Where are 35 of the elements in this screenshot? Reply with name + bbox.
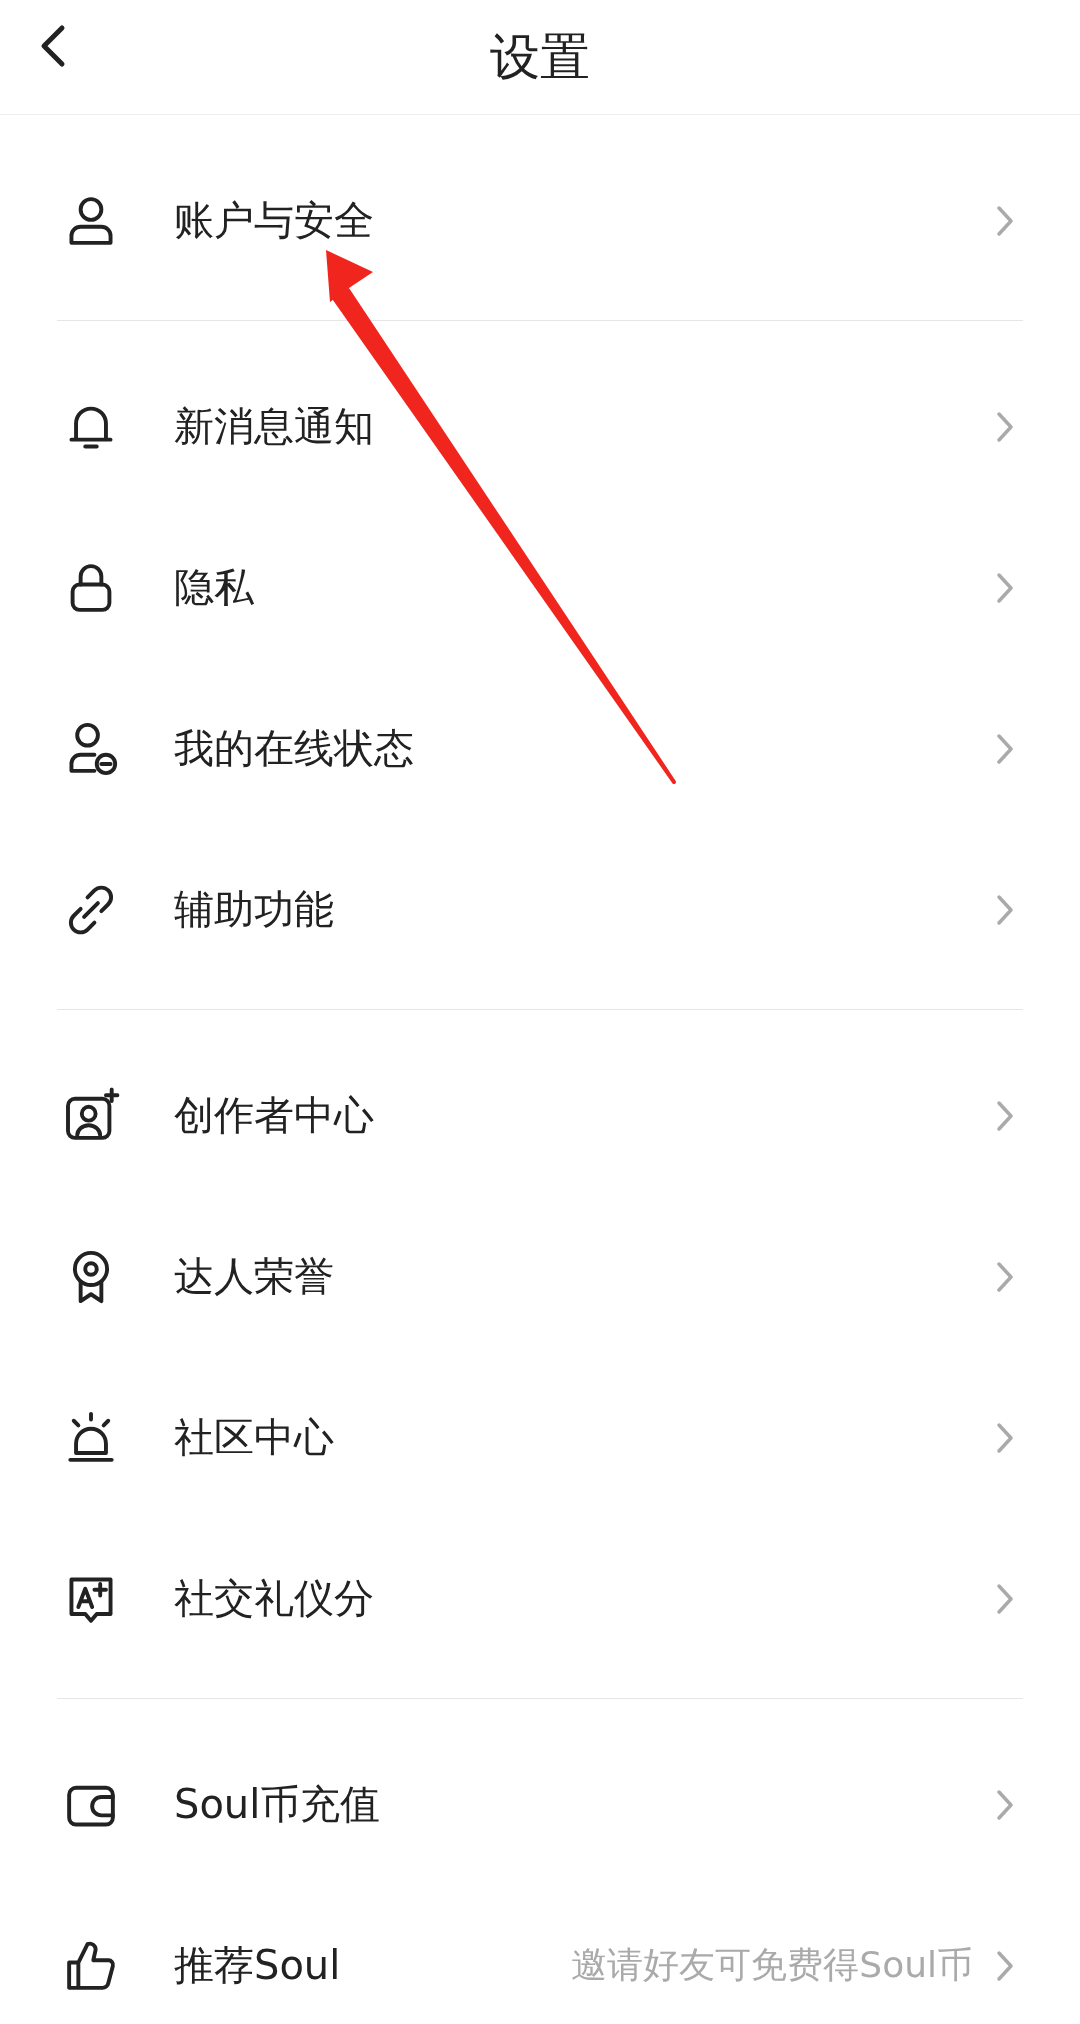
chevron-icon	[995, 1098, 1015, 1133]
settings-item[interactable]: 新消息通知	[0, 346, 1080, 507]
chevron-icon	[995, 1787, 1015, 1822]
item-label: 隐私	[174, 563, 255, 612]
settings-item[interactable]: 我的在线状态	[0, 668, 1080, 829]
item-label: 我的在线状态	[174, 724, 415, 773]
item-label: 推荐Soul	[174, 1941, 342, 1990]
chevron-icon	[995, 892, 1015, 927]
chevron-icon	[995, 570, 1015, 605]
chevron-icon	[995, 1948, 1015, 1983]
settings-item[interactable]: 推荐Soul 邀请好友可免费得Soul币	[0, 1885, 1080, 2024]
settings-item[interactable]: 账户与安全	[0, 140, 1080, 301]
chevron-icon	[995, 1581, 1015, 1616]
settings-item[interactable]: 辅助功能	[0, 829, 1080, 990]
chevron-icon	[995, 1420, 1015, 1455]
page-title: 设置	[490, 26, 590, 88]
settings-item[interactable]: 社区中心	[0, 1357, 1080, 1518]
item-label: 新消息通知	[174, 402, 375, 451]
chevron-icon	[995, 731, 1015, 766]
settings-item[interactable]: 创作者中心	[0, 1035, 1080, 1196]
settings-item[interactable]: 社交礼仪分	[0, 1518, 1080, 1679]
item-label: 辅助功能	[174, 885, 335, 934]
settings-item[interactable]: 隐私	[0, 507, 1080, 668]
chevron-icon	[995, 409, 1015, 444]
item-label: 社交礼仪分	[174, 1574, 375, 1623]
item-label: 达人荣誉	[174, 1252, 335, 1301]
item-label: 社区中心	[174, 1413, 335, 1462]
item-label: 账户与安全	[174, 196, 375, 245]
chevron-icon	[995, 1259, 1015, 1294]
settings-item[interactable]: 达人荣誉	[0, 1196, 1080, 1357]
chevron-icon	[995, 203, 1015, 238]
item-label: 创作者中心	[174, 1091, 375, 1140]
item-detail: 邀请好友可免费得Soul币	[571, 1943, 973, 1987]
item-label: Soul币充值	[174, 1780, 382, 1829]
settings-item[interactable]: Soul币充值	[0, 1724, 1080, 1885]
